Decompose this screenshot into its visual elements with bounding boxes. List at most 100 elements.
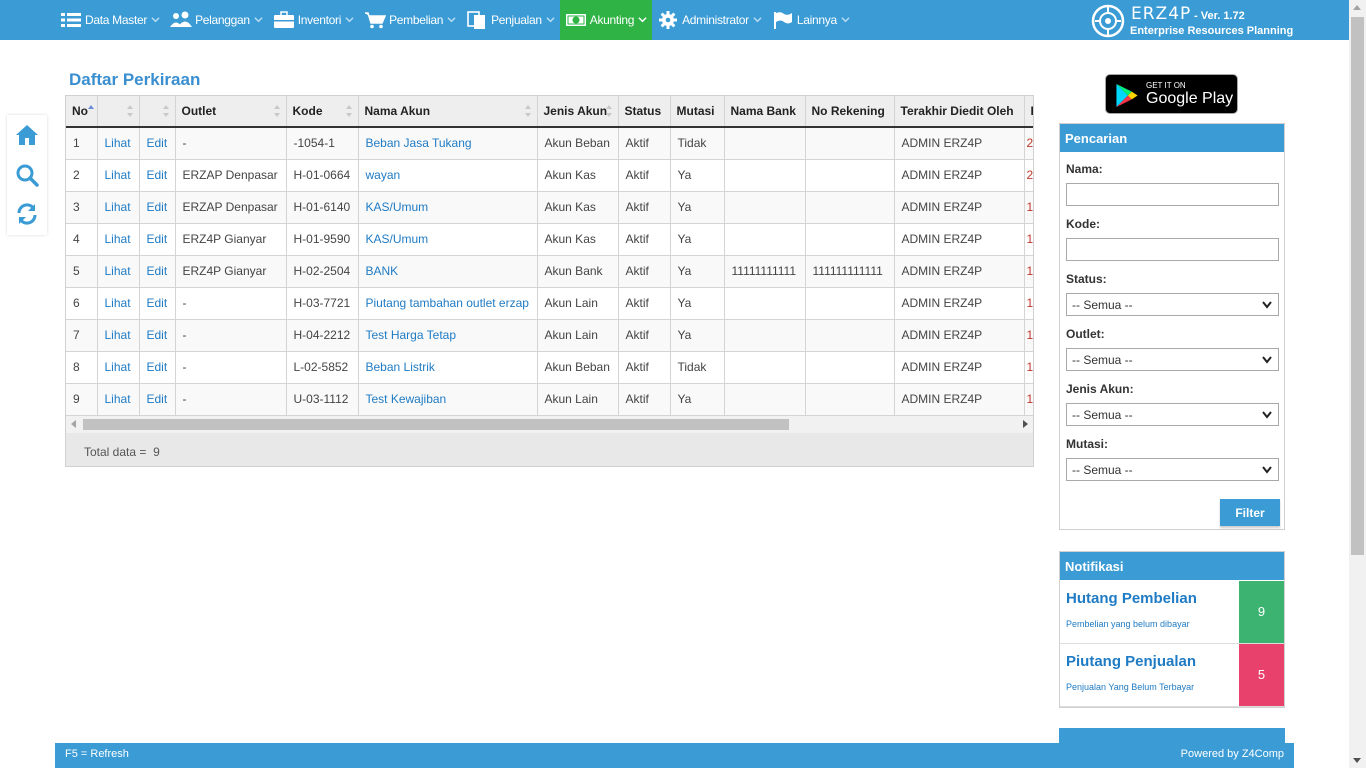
column-header-jenis-akun[interactable]: Jenis Akun (537, 96, 619, 128)
cell-status: Aktif (618, 383, 671, 416)
mutasi-select-value: -- Semua -- (1072, 463, 1133, 477)
next-panel-header (1059, 728, 1285, 743)
refresh-icon[interactable] (15, 202, 39, 226)
scroll-left-arrow-icon[interactable] (71, 420, 76, 428)
cell-edit: Edit (139, 223, 176, 256)
edit-link[interactable]: Edit (147, 264, 168, 278)
cell-view: Lihat (97, 383, 140, 416)
cell-editor: ADMIN ERZ4P (894, 223, 1025, 256)
nama-input[interactable] (1066, 183, 1279, 206)
column-header-d[interactable]: D (1024, 96, 1033, 128)
cell-outlet: ERZ4P Gianyar (175, 255, 287, 288)
cell-editor: ADMIN ERZ4P (894, 351, 1025, 384)
edit-link[interactable]: Edit (147, 392, 168, 406)
view-link[interactable]: Lihat (105, 200, 131, 214)
mutasi-select[interactable]: -- Semua -- (1066, 458, 1279, 481)
cell-editor: ADMIN ERZ4P (894, 319, 1025, 352)
cell-jenis: Akun Lain (537, 383, 619, 416)
chevron-down-icon (341, 13, 354, 27)
chevron-down-icon (1262, 356, 1272, 364)
scrollbar-thumb[interactable] (1351, 17, 1364, 555)
search-icon[interactable] (15, 163, 39, 187)
google-play-badge[interactable]: GET IT ON Google Play (1105, 74, 1238, 114)
account-name-link[interactable]: Piutang tambahan outlet erzap (366, 296, 529, 310)
cell-last: 1 (1024, 319, 1033, 352)
nav-item-pelanggan[interactable]: Pelanggan (165, 0, 268, 40)
cell-edit: Edit (139, 383, 176, 416)
column-header-nama-bank[interactable]: Nama Bank (724, 96, 806, 128)
cell-status: Aktif (618, 223, 671, 256)
cell-rek (805, 383, 895, 416)
account-name-link[interactable]: BANK (366, 264, 399, 278)
outlet-select[interactable]: -- Semua -- (1066, 348, 1279, 371)
filter-button[interactable]: Filter (1220, 499, 1280, 526)
footer: F5 = Refresh Powered by Z4Comp (55, 743, 1294, 768)
chevron-down-icon (1262, 466, 1272, 474)
nav-item-lainnya[interactable]: Lainnya (767, 0, 855, 40)
notif-subtitle: Penjualan Yang Belum Terbayar (1066, 682, 1195, 692)
column-header-nama-akun[interactable]: Nama Akun (358, 96, 538, 128)
scroll-down-arrow-icon[interactable] (1353, 758, 1361, 763)
column-header-action-1[interactable] (97, 96, 140, 128)
edit-link[interactable]: Edit (147, 360, 168, 374)
edit-link[interactable]: Edit (147, 328, 168, 342)
edit-link[interactable]: Edit (147, 232, 168, 246)
view-link[interactable]: Lihat (105, 136, 131, 150)
account-name-link[interactable]: Test Harga Tetap (366, 328, 457, 342)
account-name-link[interactable]: KAS/Umum (366, 232, 429, 246)
account-name-link[interactable]: Beban Listrik (366, 360, 435, 374)
nav-item-akunting[interactable]: Akunting (559, 0, 653, 40)
cell-rek (805, 191, 895, 224)
kode-input[interactable] (1066, 238, 1279, 261)
account-name-link[interactable]: KAS/Umum (366, 200, 429, 214)
column-header-outlet[interactable]: Outlet (175, 96, 287, 128)
scroll-right-arrow-icon[interactable] (1023, 420, 1028, 428)
cell-status: Aktif (618, 159, 671, 192)
table-horizontal-scrollbar[interactable] (66, 416, 1033, 433)
nav-item-administrator[interactable]: Administrator (652, 0, 767, 40)
view-link[interactable]: Lihat (105, 328, 131, 342)
view-link[interactable]: Lihat (105, 392, 131, 406)
account-name-link[interactable]: wayan (366, 168, 401, 182)
account-name-link[interactable]: Beban Jasa Tukang (366, 136, 472, 150)
chevron-down-icon (443, 13, 456, 27)
nav-item-pembelian[interactable]: Pembelian (359, 0, 461, 40)
account-name-link[interactable]: Test Kewajiban (366, 392, 447, 406)
nav-item-data-master[interactable]: Data Master (55, 0, 165, 40)
home-icon[interactable] (15, 123, 39, 147)
notif-piutang-penjualan[interactable]: Piutang Penjualan Penjualan Yang Belum T… (1060, 644, 1284, 707)
view-link[interactable]: Lihat (105, 296, 131, 310)
column-header-status[interactable]: Status (618, 96, 671, 128)
view-link[interactable]: Lihat (105, 264, 131, 278)
column-header-kode[interactable]: Kode (286, 96, 359, 128)
nav-item-inventori[interactable]: Inventori (268, 0, 359, 40)
page-scrollbar[interactable] (1349, 0, 1366, 768)
view-link[interactable]: Lihat (105, 168, 131, 182)
column-header-label: Jenis Akun (543, 104, 608, 118)
column-header-no[interactable]: No (66, 96, 98, 128)
column-header-no-rekening[interactable]: No Rekening (805, 96, 895, 128)
cell-mutasi: Ya (670, 287, 725, 320)
scroll-up-arrow-icon[interactable] (1353, 5, 1361, 10)
hscroll-thumb[interactable] (83, 419, 789, 430)
cell-edit: Edit (139, 351, 176, 384)
view-link[interactable]: Lihat (105, 360, 131, 374)
column-header-terakhir-diedit-oleh[interactable]: Terakhir Diedit Oleh (894, 96, 1025, 128)
view-link[interactable]: Lihat (105, 232, 131, 246)
column-header-mutasi[interactable]: Mutasi (670, 96, 725, 128)
nav-item-penjualan[interactable]: Penjualan (461, 0, 560, 40)
notif-hutang-pembelian[interactable]: Hutang Pembelian Pembelian yang belum di… (1060, 581, 1284, 644)
cell-outlet: ERZ4P Gianyar (175, 223, 287, 256)
jenis-akun-select[interactable]: -- Semua -- (1066, 403, 1279, 426)
notif-subtitle: Pembelian yang belum dibayar (1066, 619, 1190, 629)
status-select[interactable]: -- Semua -- (1066, 293, 1279, 316)
edit-link[interactable]: Edit (147, 296, 168, 310)
cell-nama-akun: Beban Listrik (358, 351, 538, 384)
column-header-action-2[interactable] (139, 96, 176, 128)
cell-no: 7 (66, 319, 98, 352)
cell-nama-akun: Test Harga Tetap (358, 319, 538, 352)
edit-link[interactable]: Edit (147, 168, 168, 182)
edit-link[interactable]: Edit (147, 136, 168, 150)
cell-status: Aktif (618, 191, 671, 224)
edit-link[interactable]: Edit (147, 200, 168, 214)
